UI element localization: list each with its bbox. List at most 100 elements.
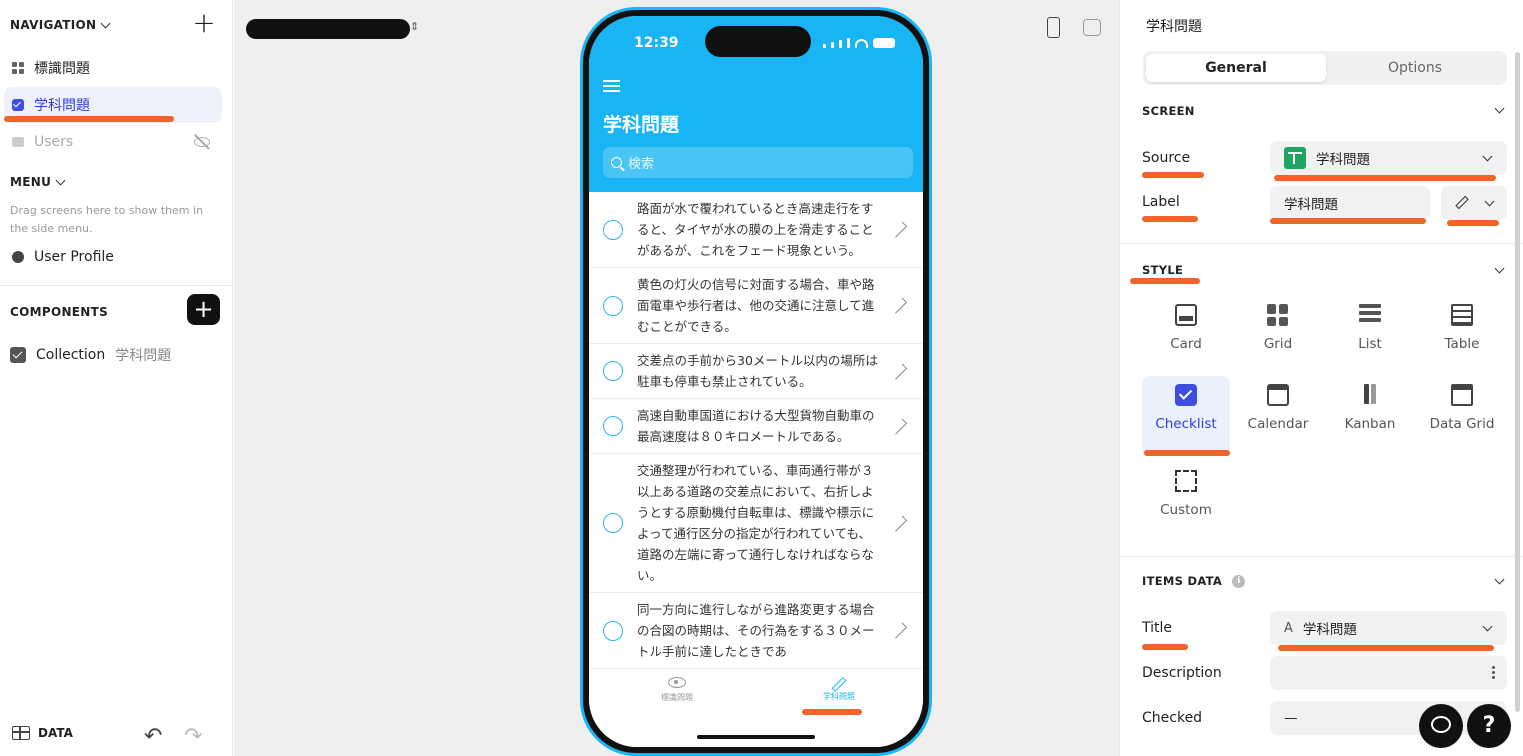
style-section-header[interactable]: STYLE — [1142, 263, 1183, 277]
menu-hint: Drag screens here to show them in the si… — [10, 204, 204, 235]
annotation-underline — [1144, 450, 1230, 456]
description-select[interactable] — [1270, 656, 1507, 690]
style-card[interactable]: Card — [1142, 296, 1230, 376]
check-circle[interactable] — [603, 361, 623, 381]
list-item[interactable]: 交通整理が行われている、車両通行帯が３以上ある道路の交差点において、右折しようと… — [589, 454, 923, 593]
label-label: Label — [1142, 194, 1180, 210]
style-calendar[interactable]: Calendar — [1234, 376, 1322, 456]
label-input[interactable]: 学科問題 — [1270, 186, 1430, 220]
chevron-down-icon[interactable] — [1494, 103, 1505, 114]
menu-item-user-profile[interactable]: User Profile — [4, 239, 222, 275]
panel-scrollbar[interactable] — [1515, 52, 1520, 712]
sidebar-item-users[interactable]: Users — [4, 124, 222, 160]
annotation-underline — [1447, 220, 1499, 226]
data-label: DATA — [38, 726, 73, 740]
data-grid-icon — [1451, 384, 1473, 406]
table-icon — [1451, 304, 1473, 326]
annotation-underline — [802, 709, 862, 715]
search-placeholder: 検索 — [628, 157, 655, 172]
annotation-underline — [1142, 172, 1204, 178]
style-grid[interactable]: Grid — [1234, 296, 1322, 376]
style-label: Checklist — [1155, 416, 1217, 432]
items-data-section-header[interactable]: ITEMS DATA i — [1142, 574, 1246, 588]
tab-options[interactable]: Options — [1325, 54, 1505, 82]
user-icon — [12, 251, 24, 263]
panel-title: 学科問題 — [1146, 19, 1202, 35]
divider — [1120, 243, 1523, 244]
tab-hyoshiki[interactable]: 標識問題 — [637, 677, 717, 703]
check-circle[interactable] — [603, 219, 623, 240]
checklist-icon — [12, 99, 24, 111]
style-custom[interactable]: Custom — [1142, 462, 1230, 542]
chevron-down-icon — [100, 18, 111, 28]
tablet-device-icon[interactable] — [1083, 19, 1101, 36]
chevron-right-icon — [890, 362, 908, 380]
chevron-right-icon — [890, 221, 908, 238]
data-button[interactable]: DATA — [12, 726, 73, 740]
help-button[interactable]: ? — [1467, 704, 1511, 748]
add-screen-button[interactable]: + — [192, 9, 216, 37]
phone-device-icon[interactable] — [1047, 17, 1060, 38]
tab-label: 学科問題 — [823, 692, 855, 701]
list-item[interactable]: 交差点の手前から30メートル以内の場所は駐車も停車も禁止されている。 — [589, 344, 923, 399]
navigation-header[interactable]: NAVIGATION — [10, 18, 111, 32]
chevron-down-icon[interactable] — [1494, 574, 1505, 585]
info-icon[interactable]: i — [1232, 575, 1246, 588]
tab-general[interactable]: General — [1146, 54, 1326, 82]
label-value: 学科問題 — [1284, 197, 1338, 213]
check-circle[interactable] — [603, 416, 623, 436]
chevron-updown-icon[interactable]: ⇕ — [410, 20, 419, 33]
sidebar-item-hyoshiki[interactable]: 標識問題 — [4, 50, 222, 86]
check-circle[interactable] — [603, 620, 623, 641]
list-item[interactable]: 路面が水で覆われているとき高速走行をすると、タイヤが水の膜の上を滑走することがあ… — [589, 192, 923, 268]
chevron-down-icon[interactable] — [1494, 263, 1505, 274]
list-item[interactable]: 同一方向に進行しながら進路変更する場合の合図の時期は、その行為をする３０メートル… — [589, 593, 923, 669]
style-list[interactable]: List — [1326, 296, 1414, 376]
list-item[interactable]: 黄色の灯火の信号に対面する場合、車や路面電車や歩行者は、他の交通に注意して進むこ… — [589, 268, 923, 344]
hamburger-icon[interactable] — [603, 80, 620, 95]
style-label: Table — [1444, 336, 1480, 352]
annotation-underline — [1142, 644, 1188, 650]
app-switcher-redacted[interactable] — [246, 19, 410, 39]
eye-off-icon[interactable] — [194, 137, 210, 147]
check-circle[interactable] — [603, 295, 623, 316]
wifi-icon — [855, 39, 868, 48]
chat-button[interactable] — [1419, 704, 1463, 748]
source-label: Source — [1142, 150, 1191, 166]
more-vertical-icon[interactable] — [1492, 666, 1495, 681]
checklist: 路面が水で覆われているとき高速走行をすると、タイヤが水の膜の上を滑走することがあ… — [589, 192, 923, 669]
undo-icon[interactable]: ↶ — [144, 724, 162, 749]
component-source: 学科問題 — [115, 348, 172, 364]
style-label: Grid — [1263, 336, 1293, 352]
chevron-down-icon — [55, 175, 66, 185]
phone-tab-bar: 標識問題 学科問題 — [589, 671, 923, 747]
battery-icon — [873, 38, 895, 48]
list-item[interactable]: 高速自動車国道における大型貨物自動車の最高速度は８０キロメートルである。 — [589, 399, 923, 454]
style-checklist[interactable]: Checklist — [1142, 376, 1230, 456]
annotation-underline — [1270, 218, 1426, 224]
list-item-text: 黄色の灯火の信号に対面する場合、車や路面電車や歩行者は、他の交通に注意して進むこ… — [637, 277, 875, 334]
style-kanban[interactable]: Kanban — [1326, 376, 1414, 456]
pencil-icon — [1455, 195, 1469, 210]
sidebar-item-label: 標識問題 — [34, 61, 90, 77]
grid-icon — [12, 62, 24, 74]
tab-gakka[interactable]: 学科問題 — [799, 677, 879, 702]
divider — [1120, 556, 1523, 557]
list-item-text: 交通整理が行われている、車両通行帯が３以上ある道路の交差点において、右折しようと… — [637, 463, 875, 583]
add-component-button[interactable]: + — [187, 294, 220, 325]
style-data-grid[interactable]: Data Grid — [1418, 376, 1506, 456]
components-label: COMPONENTS — [10, 305, 109, 319]
phone-frame: 12:39 学科問題 検索 路面が水で覆われているとき高速走行をすると、タイヤが… — [580, 7, 932, 756]
check-circle[interactable] — [603, 513, 623, 533]
style-table[interactable]: Table — [1418, 296, 1506, 376]
phone-search-input[interactable]: 検索 — [603, 147, 913, 178]
custom-icon — [1175, 470, 1197, 492]
pencil-icon — [831, 677, 847, 692]
menu-header[interactable]: MENU — [10, 175, 66, 189]
screen-section-header[interactable]: SCREEN — [1142, 104, 1195, 118]
component-collection[interactable]: Collection 学科問題 — [10, 345, 171, 365]
title-select[interactable]: A 学科問題 — [1270, 611, 1507, 645]
label-edit-dropdown[interactable] — [1441, 186, 1507, 220]
source-select[interactable]: 学科問題 — [1270, 141, 1507, 175]
redo-icon[interactable]: ↷ — [184, 724, 202, 749]
